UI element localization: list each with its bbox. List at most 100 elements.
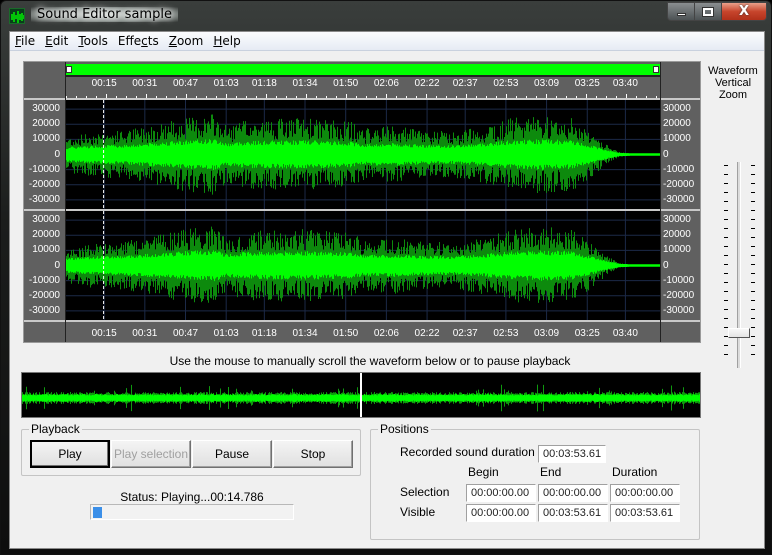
time-tick-label: 01:18 bbox=[251, 328, 277, 339]
selection-row-label: Selection bbox=[400, 485, 450, 499]
amplitude-tick-label: -20000 bbox=[28, 178, 60, 190]
minimize-button[interactable] bbox=[667, 2, 694, 21]
time-labels-bottom: 00:15 00:31 00:47 01:03 01:18 01:34 01:50 02:06… bbox=[66, 328, 660, 342]
time-tick-label: 00:31 bbox=[132, 328, 158, 339]
amplitude-tick-label: -10000 bbox=[28, 274, 60, 286]
amplitude-tick-label: 0 bbox=[663, 259, 669, 271]
vertical-zoom-label: Waveform Vertical Zoom bbox=[708, 65, 758, 101]
amplitude-tick-label: 30000 bbox=[32, 214, 60, 226]
playback-progress-bar bbox=[90, 504, 294, 520]
amplitude-tick-label: 10000 bbox=[32, 244, 60, 256]
separator-bot bbox=[24, 320, 700, 322]
waveform-channel-right[interactable] bbox=[66, 211, 660, 320]
app-waveform-icon bbox=[9, 8, 25, 24]
scroll-handle-left[interactable] bbox=[66, 66, 72, 73]
waveform-scroll-bar[interactable] bbox=[66, 64, 660, 77]
amplitude-tick-label: -30000 bbox=[663, 304, 695, 316]
time-tick-label: 03:09 bbox=[534, 78, 560, 89]
waveform-channel-left-amplitude-axis-left: 30000 20000 10000 0 -10000 -20000 -30000 bbox=[24, 100, 64, 209]
vertical-zoom-slider-thumb[interactable] bbox=[728, 328, 750, 338]
menu-tools[interactable]: Tools bbox=[73, 32, 113, 50]
amplitude-tick-label: 30000 bbox=[663, 214, 691, 226]
time-tick-label: 01:18 bbox=[251, 78, 277, 89]
waveform-panel: 00:15 00:31 00:47 01:03 01:18 01:34 01:50 02:06… bbox=[23, 61, 701, 343]
waveform-channel-left-amplitude-axis-right: 30000 20000 10000 0 -10000 -20000 -30000 bbox=[661, 100, 701, 209]
time-tick-label: 00:31 bbox=[132, 78, 158, 89]
waveform-channel-left[interactable] bbox=[66, 100, 660, 209]
positions-group-title: Positions bbox=[378, 422, 431, 436]
minimize-icon bbox=[676, 13, 686, 16]
time-tick-label: 00:15 bbox=[91, 78, 117, 89]
time-tick-label: 02:22 bbox=[414, 78, 440, 89]
time-tick-label: 01:50 bbox=[333, 78, 359, 89]
waveform-channel-right-amplitude-axis-left: 30000 20000 10000 0 -10000 -20000 -30000 bbox=[24, 211, 64, 320]
selection-duration-field[interactable]: 00:00:00.00 bbox=[610, 484, 680, 502]
time-tick-label: 02:37 bbox=[452, 78, 478, 89]
window-title: Sound Editor sample bbox=[31, 7, 178, 22]
menu-bar: File Edit Tools Effects Zoom Help bbox=[10, 32, 764, 51]
time-tick-label: 00:47 bbox=[172, 328, 199, 339]
time-tick-label: 02:53 bbox=[493, 78, 519, 89]
close-button[interactable]: X bbox=[721, 2, 767, 21]
menu-edit[interactable]: Edit bbox=[40, 32, 73, 50]
visible-begin-field[interactable]: 00:00:00.00 bbox=[466, 504, 536, 522]
time-tick-label: 03:40 bbox=[612, 328, 638, 339]
amplitude-tick-label: -10000 bbox=[663, 274, 695, 286]
menu-zoom[interactable]: Zoom bbox=[164, 32, 209, 50]
amplitude-tick-label: 0 bbox=[54, 259, 60, 271]
time-tick-label: 01:34 bbox=[292, 328, 318, 339]
amplitude-tick-label: 0 bbox=[54, 148, 60, 160]
recorded-duration-label: Recorded sound duration bbox=[400, 445, 535, 459]
time-tick-label: 01:03 bbox=[213, 78, 239, 89]
amplitude-tick-label: 30000 bbox=[663, 103, 691, 115]
amplitude-tick-label: 20000 bbox=[32, 118, 60, 130]
amplitude-tick-label: -10000 bbox=[28, 163, 60, 175]
close-icon: X bbox=[738, 4, 750, 19]
amplitude-tick-label: 30000 bbox=[32, 103, 60, 115]
maximize-icon bbox=[703, 7, 713, 16]
menu-help[interactable]: Help bbox=[208, 32, 245, 50]
client-area: File Edit Tools Effects Zoom Help 00:15 00:31 0… bbox=[9, 31, 765, 549]
recorded-duration-field[interactable]: 00:03:53.61 bbox=[538, 445, 606, 463]
column-begin: Begin bbox=[468, 465, 499, 479]
visible-end-field[interactable]: 00:03:53.61 bbox=[538, 504, 608, 522]
waveform-channel-right-amplitude-axis-right: 30000 20000 10000 0 -10000 -20000 -30000 bbox=[661, 211, 701, 320]
amplitude-tick-label: 20000 bbox=[663, 229, 691, 241]
amplitude-tick-label: -20000 bbox=[663, 178, 695, 190]
time-tick-label: 00:15 bbox=[91, 328, 117, 339]
pause-button[interactable]: Pause bbox=[192, 440, 272, 468]
amplitude-tick-label: -20000 bbox=[28, 289, 60, 301]
title-bar[interactable]: Sound Editor sample X bbox=[1, 1, 772, 31]
time-tick-label: 00:47 bbox=[172, 78, 199, 89]
selection-begin-field[interactable]: 00:00:00.00 bbox=[466, 484, 536, 502]
scroll-hint: Use the mouse to manually scroll the wav… bbox=[169, 354, 571, 368]
menu-file[interactable]: File bbox=[10, 32, 40, 50]
visible-row-label: Visible bbox=[400, 505, 436, 519]
waveform-overview[interactable] bbox=[21, 372, 701, 418]
play-button[interactable]: Play bbox=[30, 440, 110, 468]
menu-effects[interactable]: Effects bbox=[113, 32, 164, 50]
play-selection-button[interactable]: Play selection bbox=[111, 440, 191, 468]
amplitude-tick-label: 10000 bbox=[32, 133, 60, 145]
time-tick-label: 03:40 bbox=[612, 78, 638, 89]
time-tick-label: 02:22 bbox=[414, 328, 440, 339]
overview-playback-cursor[interactable] bbox=[360, 373, 362, 417]
amplitude-tick-label: 10000 bbox=[663, 133, 691, 145]
time-tick-label: 03:25 bbox=[574, 328, 600, 339]
time-labels-top: 00:15 00:31 00:47 01:03 01:18 01:34 01:50 02:06… bbox=[66, 78, 660, 92]
playback-status: Status: Playing...00:14.786 bbox=[120, 490, 264, 504]
selection-end-field[interactable]: 00:00:00.00 bbox=[538, 484, 608, 502]
stop-button[interactable]: Stop bbox=[273, 440, 353, 468]
time-tick-label: 01:34 bbox=[292, 78, 318, 89]
maximize-button[interactable] bbox=[694, 2, 721, 21]
visible-duration-field[interactable]: 00:03:53.61 bbox=[610, 504, 680, 522]
amplitude-tick-label: 0 bbox=[663, 148, 669, 160]
amplitude-tick-label: 20000 bbox=[663, 118, 691, 130]
app-window: Sound Editor sample X File Edit Tools Effec… bbox=[0, 0, 772, 555]
time-tick-label: 01:50 bbox=[333, 328, 359, 339]
scroll-handle-right[interactable] bbox=[653, 66, 659, 73]
amplitude-tick-label: -30000 bbox=[28, 304, 60, 316]
amplitude-tick-label: -30000 bbox=[663, 193, 695, 205]
time-tick-label: 02:53 bbox=[493, 328, 519, 339]
playback-group-title: Playback bbox=[29, 422, 82, 436]
